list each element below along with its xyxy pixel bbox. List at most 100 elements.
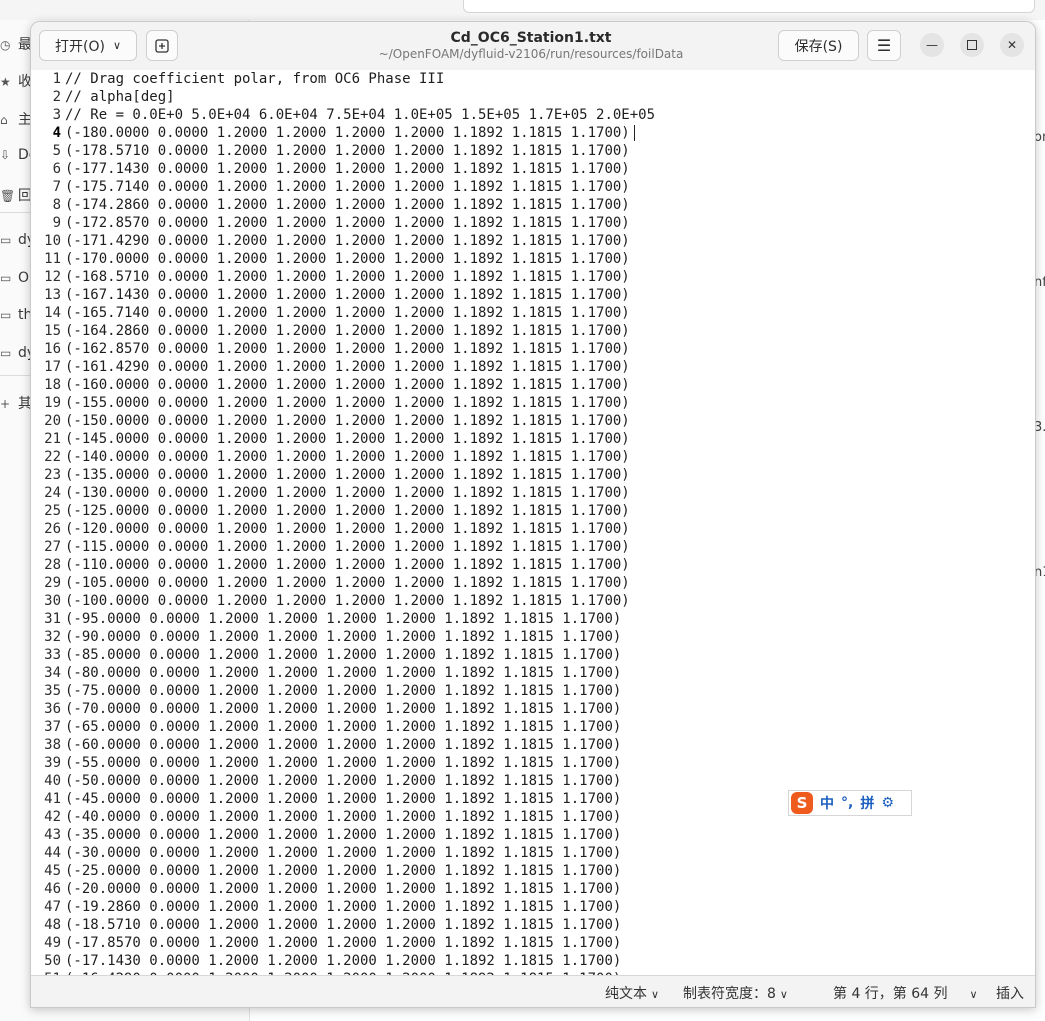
text-line[interactable]: 24 (-130.0000 0.0000 1.2000 1.2000 1.2000…	[31, 484, 1035, 502]
line-text[interactable]: (-150.0000 0.0000 1.2000 1.2000 1.2000 1…	[65, 412, 630, 430]
line-text[interactable]: (-17.1430 0.0000 1.2000 1.2000 1.2000 1.…	[65, 952, 621, 970]
text-line[interactable]: 47 (-19.2860 0.0000 1.2000 1.2000 1.2000 …	[31, 898, 1035, 916]
line-text[interactable]: (-177.1430 0.0000 1.2000 1.2000 1.2000 1…	[65, 160, 630, 178]
line-text[interactable]: (-25.0000 0.0000 1.2000 1.2000 1.2000 1.…	[65, 862, 621, 880]
text-line[interactable]: 49 (-17.8570 0.0000 1.2000 1.2000 1.2000 …	[31, 934, 1035, 952]
text-line[interactable]: 22 (-140.0000 0.0000 1.2000 1.2000 1.2000…	[31, 448, 1035, 466]
line-text[interactable]: (-45.0000 0.0000 1.2000 1.2000 1.2000 1.…	[65, 790, 621, 808]
text-line[interactable]: 45 (-25.0000 0.0000 1.2000 1.2000 1.2000 …	[31, 862, 1035, 880]
line-text[interactable]: (-95.0000 0.0000 1.2000 1.2000 1.2000 1.…	[65, 610, 621, 628]
background-sidebar-item[interactable]: 🗑 回	[0, 185, 32, 205]
text-line[interactable]: 31 (-95.0000 0.0000 1.2000 1.2000 1.2000 …	[31, 610, 1035, 628]
text-line[interactable]: 25 (-125.0000 0.0000 1.2000 1.2000 1.2000…	[31, 502, 1035, 520]
line-text[interactable]: (-20.0000 0.0000 1.2000 1.2000 1.2000 1.…	[65, 880, 621, 898]
line-text[interactable]: (-50.0000 0.0000 1.2000 1.2000 1.2000 1.…	[65, 772, 621, 790]
text-line[interactable]: 9 (-172.8570 0.0000 1.2000 1.2000 1.2000 …	[31, 214, 1035, 232]
insert-mode-indicator[interactable]: 插入	[996, 983, 1024, 1003]
text-lines[interactable]: 1// Drag coefficient polar, from OC6 Pha…	[31, 70, 1035, 975]
line-text[interactable]: (-30.0000 0.0000 1.2000 1.2000 1.2000 1.…	[65, 844, 621, 862]
text-line[interactable]: 15 (-164.2860 0.0000 1.2000 1.2000 1.2000…	[31, 322, 1035, 340]
minimize-button[interactable]: —	[920, 33, 944, 57]
background-sidebar-item[interactable]: + 其	[0, 393, 32, 413]
line-text[interactable]: (-145.0000 0.0000 1.2000 1.2000 1.2000 1…	[65, 430, 630, 448]
line-text[interactable]: (-65.0000 0.0000 1.2000 1.2000 1.2000 1.…	[65, 718, 621, 736]
line-text[interactable]: (-155.0000 0.0000 1.2000 1.2000 1.2000 1…	[65, 394, 630, 412]
text-line[interactable]: 19 (-155.0000 0.0000 1.2000 1.2000 1.2000…	[31, 394, 1035, 412]
text-line[interactable]: 10 (-171.4290 0.0000 1.2000 1.2000 1.2000…	[31, 232, 1035, 250]
line-text[interactable]: (-162.8570 0.0000 1.2000 1.2000 1.2000 1…	[65, 340, 630, 358]
text-line[interactable]: 13 (-167.1430 0.0000 1.2000 1.2000 1.2000…	[31, 286, 1035, 304]
line-text[interactable]: (-165.7140 0.0000 1.2000 1.2000 1.2000 1…	[65, 304, 630, 322]
text-line[interactable]: 35 (-75.0000 0.0000 1.2000 1.2000 1.2000 …	[31, 682, 1035, 700]
syntax-selector[interactable]: 纯文本 ∨	[605, 983, 659, 1003]
line-text[interactable]: (-168.5710 0.0000 1.2000 1.2000 1.2000 1…	[65, 268, 630, 286]
line-text[interactable]: (-160.0000 0.0000 1.2000 1.2000 1.2000 1…	[65, 376, 630, 394]
line-text[interactable]: (-19.2860 0.0000 1.2000 1.2000 1.2000 1.…	[65, 898, 621, 916]
text-line[interactable]: 16 (-162.8570 0.0000 1.2000 1.2000 1.2000…	[31, 340, 1035, 358]
save-button[interactable]: 保存(S)	[778, 30, 859, 61]
line-text[interactable]: (-171.4290 0.0000 1.2000 1.2000 1.2000 1…	[65, 232, 630, 250]
text-line[interactable]: 12 (-168.5710 0.0000 1.2000 1.2000 1.2000…	[31, 268, 1035, 286]
text-line[interactable]: 50 (-17.1430 0.0000 1.2000 1.2000 1.2000 …	[31, 952, 1035, 970]
new-tab-button[interactable]	[146, 30, 178, 61]
text-line[interactable]: 8 (-174.2860 0.0000 1.2000 1.2000 1.2000 …	[31, 196, 1035, 214]
ime-punctuation-mode[interactable]: °,	[841, 795, 853, 811]
close-button[interactable]: ✕	[1000, 33, 1024, 57]
line-text[interactable]: (-135.0000 0.0000 1.2000 1.2000 1.2000 1…	[65, 466, 630, 484]
line-text[interactable]: (-120.0000 0.0000 1.2000 1.2000 1.2000 1…	[65, 520, 630, 538]
text-line[interactable]: 43 (-35.0000 0.0000 1.2000 1.2000 1.2000 …	[31, 826, 1035, 844]
line-text[interactable]: (-180.0000 0.0000 1.2000 1.2000 1.2000 1…	[65, 124, 630, 142]
text-line[interactable]: 7 (-175.7140 0.0000 1.2000 1.2000 1.2000 …	[31, 178, 1035, 196]
background-sidebar-item[interactable]: ★ 收	[0, 71, 32, 91]
line-text[interactable]: (-75.0000 0.0000 1.2000 1.2000 1.2000 1.…	[65, 682, 621, 700]
text-line[interactable]: 17 (-161.4290 0.0000 1.2000 1.2000 1.2000…	[31, 358, 1035, 376]
line-text[interactable]: (-170.0000 0.0000 1.2000 1.2000 1.2000 1…	[65, 250, 630, 268]
text-line[interactable]: 2// alpha[deg]	[31, 88, 1035, 106]
text-line[interactable]: 30 (-100.0000 0.0000 1.2000 1.2000 1.2000…	[31, 592, 1035, 610]
line-text[interactable]: // Re = 0.0E+0 5.0E+04 6.0E+04 7.5E+04 1…	[65, 106, 655, 124]
text-line[interactable]: 27 (-115.0000 0.0000 1.2000 1.2000 1.2000…	[31, 538, 1035, 556]
background-sidebar-item[interactable]: ⌂ 主	[0, 109, 32, 129]
text-line[interactable]: 40 (-50.0000 0.0000 1.2000 1.2000 1.2000 …	[31, 772, 1035, 790]
cursor-position-selector[interactable]: 第 4 行，第 64 列 ∨	[833, 983, 978, 1003]
background-sidebar-item[interactable]: ◷ 最	[0, 34, 32, 54]
text-line[interactable]: 4 (-180.0000 0.0000 1.2000 1.2000 1.2000 …	[31, 124, 1035, 142]
text-line[interactable]: 37 (-65.0000 0.0000 1.2000 1.2000 1.2000 …	[31, 718, 1035, 736]
line-text[interactable]: (-174.2860 0.0000 1.2000 1.2000 1.2000 1…	[65, 196, 630, 214]
text-line[interactable]: 48 (-18.5710 0.0000 1.2000 1.2000 1.2000 …	[31, 916, 1035, 934]
line-text[interactable]: (-125.0000 0.0000 1.2000 1.2000 1.2000 1…	[65, 502, 630, 520]
line-text[interactable]: (-178.5710 0.0000 1.2000 1.2000 1.2000 1…	[65, 142, 630, 160]
line-text[interactable]: (-35.0000 0.0000 1.2000 1.2000 1.2000 1.…	[65, 826, 621, 844]
line-text[interactable]: (-115.0000 0.0000 1.2000 1.2000 1.2000 1…	[65, 538, 630, 556]
line-text[interactable]: (-80.0000 0.0000 1.2000 1.2000 1.2000 1.…	[65, 664, 621, 682]
text-line[interactable]: 3// Re = 0.0E+0 5.0E+04 6.0E+04 7.5E+04 …	[31, 106, 1035, 124]
text-line[interactable]: 1// Drag coefficient polar, from OC6 Pha…	[31, 70, 1035, 88]
line-text[interactable]: (-100.0000 0.0000 1.2000 1.2000 1.2000 1…	[65, 592, 630, 610]
text-line[interactable]: 28 (-110.0000 0.0000 1.2000 1.2000 1.2000…	[31, 556, 1035, 574]
background-sidebar-item[interactable]: ▭ th	[0, 307, 32, 327]
line-text[interactable]: (-140.0000 0.0000 1.2000 1.2000 1.2000 1…	[65, 448, 630, 466]
text-line[interactable]: 6 (-177.1430 0.0000 1.2000 1.2000 1.2000 …	[31, 160, 1035, 178]
text-line[interactable]: 20 (-150.0000 0.0000 1.2000 1.2000 1.2000…	[31, 412, 1035, 430]
hamburger-menu-button[interactable]: ☰	[867, 30, 901, 61]
text-line[interactable]: 39 (-55.0000 0.0000 1.2000 1.2000 1.2000 …	[31, 754, 1035, 772]
line-text[interactable]: (-175.7140 0.0000 1.2000 1.2000 1.2000 1…	[65, 178, 630, 196]
text-editor-area[interactable]: 1// Drag coefficient polar, from OC6 Pha…	[31, 70, 1035, 975]
line-text[interactable]: (-161.4290 0.0000 1.2000 1.2000 1.2000 1…	[65, 358, 630, 376]
text-line[interactable]: 11 (-170.0000 0.0000 1.2000 1.2000 1.2000…	[31, 250, 1035, 268]
tab-width-selector[interactable]: 制表符宽度：8 ∨	[683, 983, 788, 1003]
text-line[interactable]: 18 (-160.0000 0.0000 1.2000 1.2000 1.2000…	[31, 376, 1035, 394]
line-text[interactable]: (-18.5710 0.0000 1.2000 1.2000 1.2000 1.…	[65, 916, 621, 934]
line-text[interactable]: (-90.0000 0.0000 1.2000 1.2000 1.2000 1.…	[65, 628, 621, 646]
text-line[interactable]: 32 (-90.0000 0.0000 1.2000 1.2000 1.2000 …	[31, 628, 1035, 646]
line-text[interactable]: // Drag coefficient polar, from OC6 Phas…	[65, 70, 444, 88]
line-text[interactable]: (-60.0000 0.0000 1.2000 1.2000 1.2000 1.…	[65, 736, 621, 754]
line-text[interactable]: (-172.8570 0.0000 1.2000 1.2000 1.2000 1…	[65, 214, 630, 232]
maximize-button[interactable]	[960, 33, 984, 57]
line-text[interactable]: (-130.0000 0.0000 1.2000 1.2000 1.2000 1…	[65, 484, 630, 502]
text-line[interactable]: 23 (-135.0000 0.0000 1.2000 1.2000 1.2000…	[31, 466, 1035, 484]
line-text[interactable]: (-40.0000 0.0000 1.2000 1.2000 1.2000 1.…	[65, 808, 621, 826]
text-line[interactable]: 21 (-145.0000 0.0000 1.2000 1.2000 1.2000…	[31, 430, 1035, 448]
text-line[interactable]: 36 (-70.0000 0.0000 1.2000 1.2000 1.2000 …	[31, 700, 1035, 718]
line-text[interactable]: // alpha[deg]	[65, 88, 175, 106]
